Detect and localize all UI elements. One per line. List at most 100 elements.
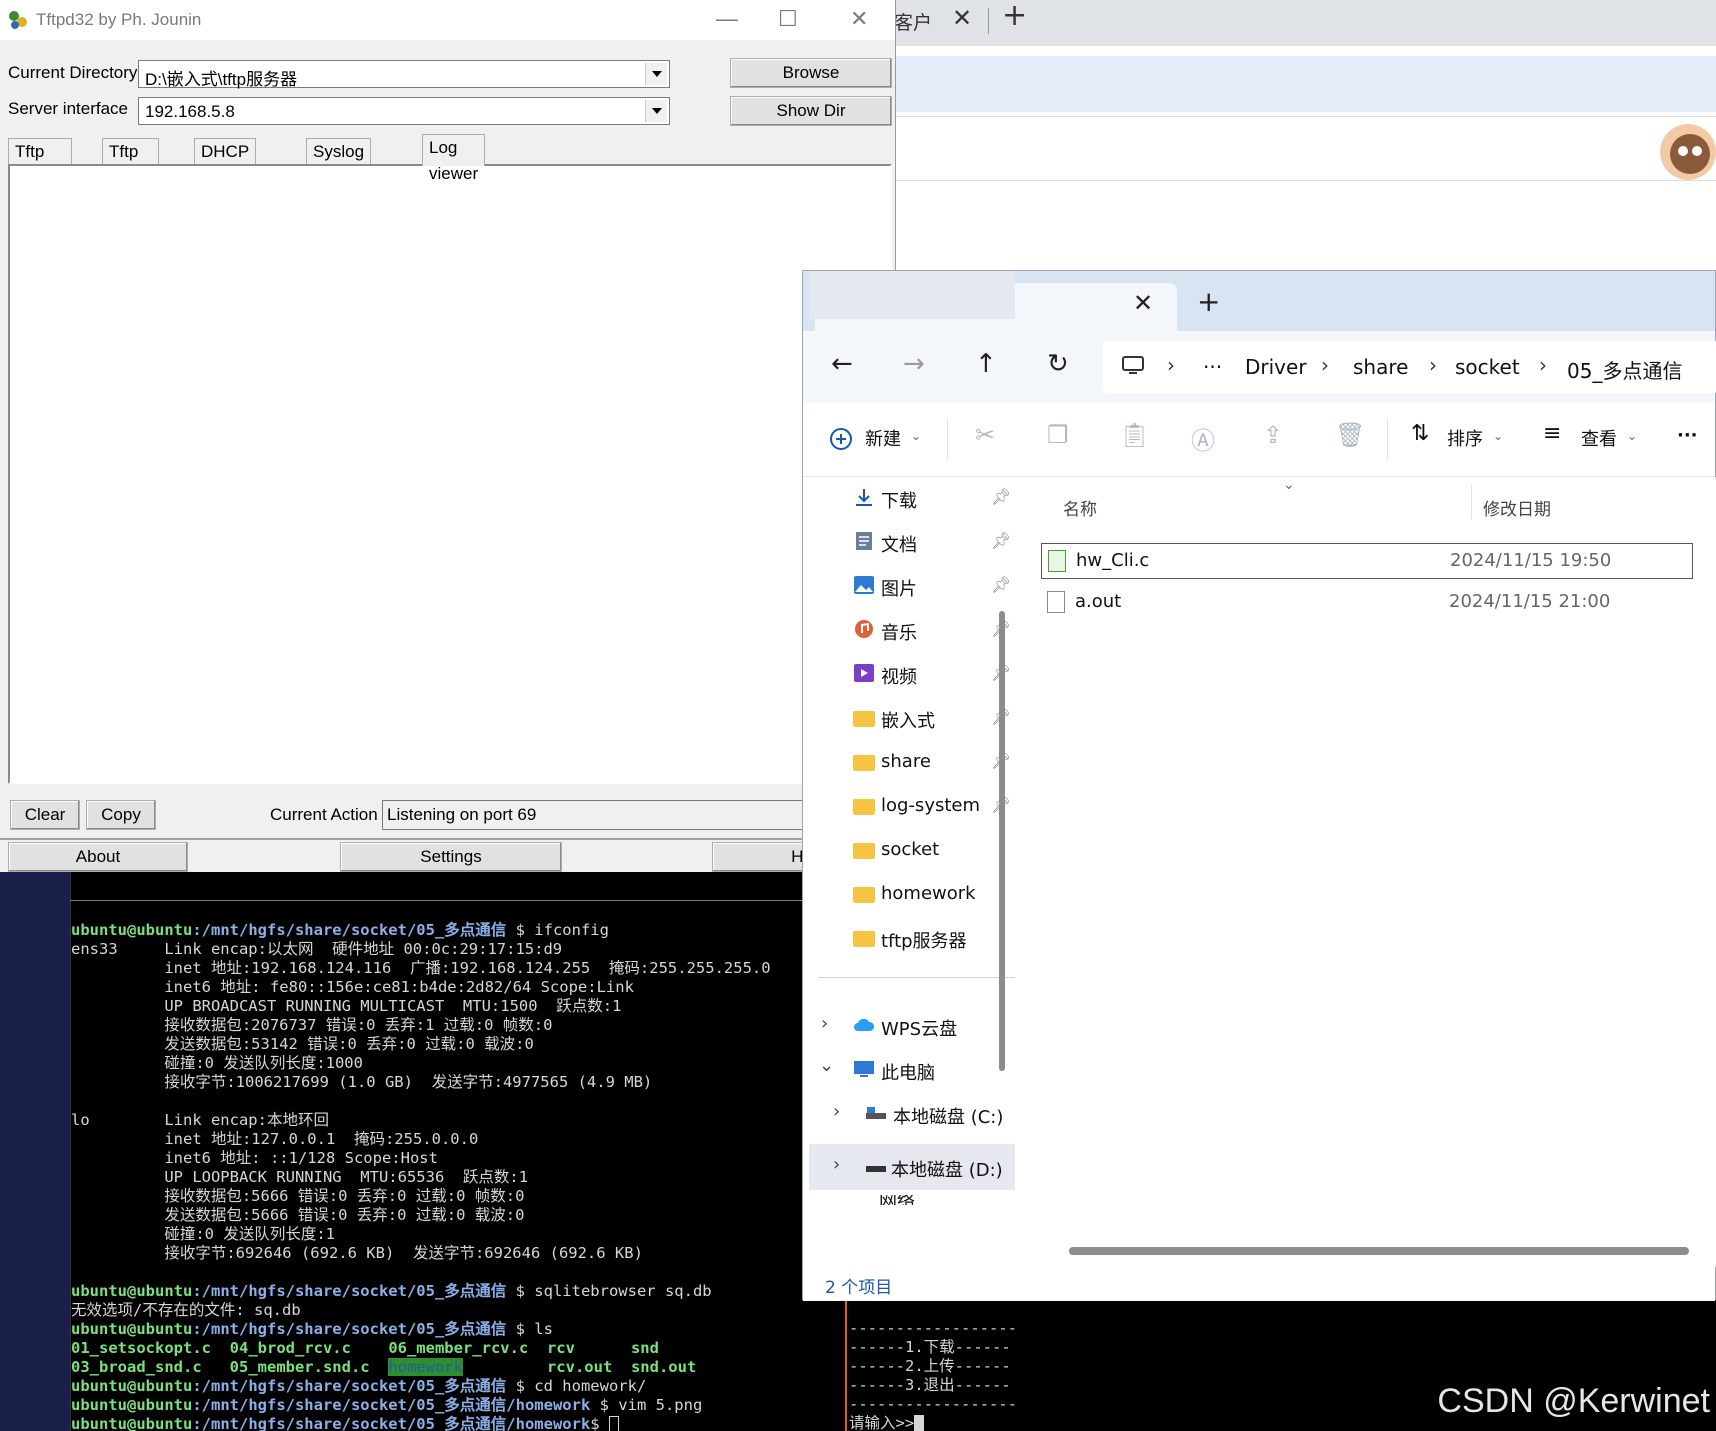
server-interface-combo[interactable]: 192.168.5.8 (138, 97, 670, 125)
nav-item-log-system[interactable]: log-system 📌︎ (853, 787, 1023, 827)
current-directory-value: D:\嵌入式\tftp服务器 (145, 70, 298, 89)
terminal-line: 碰撞:0 发送队列长度:1 (71, 1225, 335, 1243)
chevron-right-icon[interactable]: › (821, 1013, 828, 1034)
chevron-right-icon[interactable]: › (833, 1154, 840, 1175)
browse-button[interactable]: Browse (730, 58, 892, 88)
chevron-down-icon[interactable]: ⌄ (819, 1055, 834, 1076)
nav-item-videos[interactable]: 视频 📌︎ (853, 655, 1023, 695)
nav-item-share[interactable]: share 📌︎ (853, 743, 1023, 783)
nav-item-wps-cloud[interactable]: WPS云盘 (853, 1007, 1023, 1047)
close-icon[interactable]: ✕ (850, 6, 868, 32)
show-dir-button[interactable]: Show Dir (730, 96, 892, 126)
nav-item-network[interactable]: 网络 (809, 1195, 1015, 1205)
horizontal-scrollbar[interactable] (1069, 1247, 1689, 1255)
chevron-down-icon[interactable]: ⌄ (911, 429, 921, 443)
about-button[interactable]: About (8, 842, 188, 872)
terminal-line: ubuntu@ubuntu:/mnt/hgfs/share/socket/05_… (71, 1320, 553, 1338)
tftpd32-window: Tftpd32 by Ph. Jounin — ☐ ✕ Current Dire… (0, 0, 902, 872)
delete-icon[interactable]: 🗑︎ (1335, 421, 1365, 449)
chevron-right-icon[interactable]: › (833, 1101, 840, 1122)
tab-tftp-client[interactable]: Tftp Client (102, 138, 160, 187)
log-viewer-area[interactable] (8, 164, 892, 784)
menu-line: ------------------ (849, 1395, 1017, 1413)
nav-item-tftp-server[interactable]: tftp服务器 (853, 919, 1023, 959)
chevron-down-icon[interactable]: ⌄ (1493, 429, 1503, 443)
browser-tab-title[interactable]: 客户 (894, 8, 932, 35)
close-icon[interactable]: ✕ (1133, 289, 1153, 317)
nav-item-label: 音乐 (881, 623, 917, 644)
copy-button[interactable]: Copy (86, 800, 156, 830)
minimize-icon[interactable]: — (716, 6, 738, 32)
tab-syslog-server[interactable]: Syslog server (306, 138, 372, 187)
nav-item-embedded[interactable]: 嵌入式 📌︎ (853, 699, 1023, 739)
nav-item-disk-c[interactable]: 本地磁盘 (C:) (865, 1095, 1035, 1135)
rename-icon[interactable]: Ⓐ (1191, 421, 1215, 456)
breadcrumb-more[interactable]: ··· (1203, 355, 1222, 379)
file-row[interactable]: hw_Cli.c 2024/11/15 19:50 (1041, 543, 1693, 579)
new-icon[interactable] (829, 427, 853, 451)
tftpd-titlebar[interactable]: Tftpd32 by Ph. Jounin — ☐ ✕ (0, 0, 895, 40)
sort-icon[interactable]: ⇅ (1411, 421, 1429, 446)
nav-item-socket[interactable]: socket (853, 831, 1023, 871)
window-title: Tftpd32 by Ph. Jounin (36, 10, 202, 29)
computer-icon[interactable] (1121, 355, 1145, 377)
terminal-window[interactable]: ubuntu@ubuntu:/mnt/hgfs/share/socket/05_… (0, 872, 890, 1431)
up-icon[interactable]: ↑ (975, 349, 997, 379)
tab-log-viewer[interactable]: Log viewer (422, 134, 486, 183)
breadcrumb-driver[interactable]: Driver (1245, 355, 1307, 379)
nav-item-documents[interactable]: 文档 📌︎ (853, 523, 1023, 563)
chevron-down-icon[interactable] (645, 63, 667, 85)
music-icon (855, 620, 873, 638)
settings-button[interactable]: Settings (340, 842, 562, 872)
nav-item-music[interactable]: 音乐 📌︎ (853, 611, 1023, 651)
breadcrumb-share[interactable]: share (1353, 355, 1408, 379)
back-icon[interactable]: ← (831, 349, 853, 379)
breadcrumb[interactable]: › ··· Driver › share › socket › 05_多点通信 (1103, 341, 1716, 393)
file-modified: 2024/11/15 21:00 (1449, 591, 1611, 612)
nav-item-downloads[interactable]: 下载 📌︎ (853, 479, 1023, 519)
view-icon[interactable]: ≡ (1543, 421, 1561, 446)
drive-icon (866, 1107, 886, 1119)
chevron-down-icon[interactable] (645, 100, 667, 122)
column-name[interactable]: 名称 (1063, 495, 1097, 520)
new-button[interactable]: 新建 (865, 425, 901, 451)
browser-new-tab-icon[interactable]: + (1002, 0, 1027, 33)
breadcrumb-socket[interactable]: socket (1455, 355, 1520, 379)
clear-button[interactable]: Clear (10, 800, 80, 830)
breadcrumb-05[interactable]: 05_多点通信 (1567, 355, 1682, 384)
chevron-right-icon: › (1321, 353, 1329, 377)
file-row[interactable]: a.out 2024/11/15 21:00 (1041, 585, 1693, 621)
refresh-icon[interactable]: ↻ (1047, 349, 1069, 379)
nav-item-this-pc[interactable]: 此电脑 (853, 1051, 1023, 1091)
nav-item-disk-d[interactable]: › 本地磁盘 (D:) (809, 1144, 1015, 1190)
terminal-line: 碰撞:0 发送队列长度:1000 (71, 1054, 363, 1072)
chevron-down-icon[interactable]: ⌄ (1627, 429, 1637, 443)
nav-item-label: 此电脑 (881, 1063, 935, 1084)
forward-icon[interactable]: → (903, 349, 925, 379)
nav-item-label: 本地磁盘 (C:) (893, 1107, 1004, 1128)
browser-address-bar[interactable] (890, 56, 1716, 112)
view-button[interactable]: 查看 (1581, 425, 1617, 451)
avatar[interactable] (1660, 124, 1716, 180)
nav-item-pictures[interactable]: 图片 📌︎ (853, 567, 1023, 607)
folder-icon (853, 843, 875, 859)
browser-tab-close-icon[interactable]: ✕ (952, 4, 972, 32)
tab-tftp-server[interactable]: Tftp Server (8, 138, 73, 187)
column-modified[interactable]: 修改日期 (1483, 495, 1551, 520)
menu-line: ------1.下载------ (849, 1338, 1011, 1356)
nav-item-homework[interactable]: homework (853, 875, 1023, 915)
folder-icon (853, 887, 875, 903)
nav-scrollbar[interactable] (999, 611, 1005, 1071)
new-tab-icon[interactable]: + (1197, 285, 1220, 318)
tab-dhcp-server[interactable]: DHCP server (194, 138, 256, 187)
more-options-icon[interactable]: ··· (1677, 425, 1698, 446)
terminal-line: 接收数据包:2076737 错误:0 丢弃:1 过载:0 帧数:0 (71, 1016, 553, 1034)
maximize-icon[interactable]: ☐ (778, 6, 798, 32)
share-icon[interactable]: ⇪ (1263, 421, 1283, 449)
current-directory-combo[interactable]: D:\嵌入式\tftp服务器 (138, 60, 670, 89)
cut-icon[interactable]: ✂ (975, 421, 995, 449)
paste-icon[interactable]: 📋︎ (1119, 421, 1149, 449)
sort-button[interactable]: 排序 (1447, 425, 1483, 451)
copy-icon[interactable]: ❐ (1047, 421, 1069, 449)
